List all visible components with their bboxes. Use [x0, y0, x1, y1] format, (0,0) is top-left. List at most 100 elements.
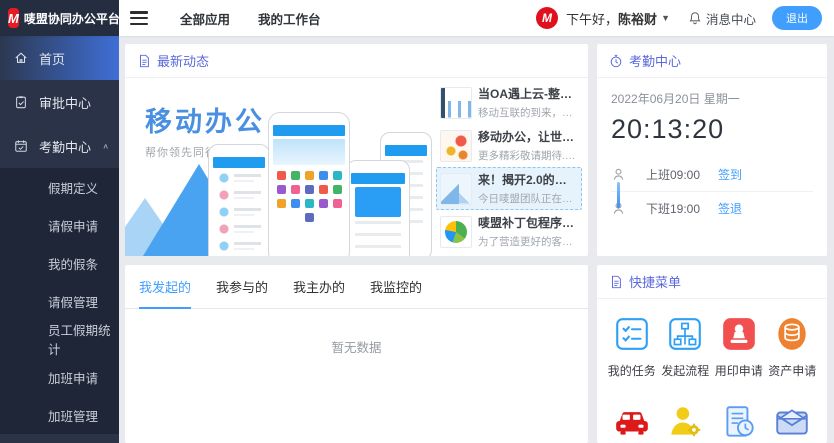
- quick-menu-car-request[interactable]: 用车申请: [605, 403, 659, 443]
- attendance-header: 考勤中心: [597, 44, 827, 78]
- news-item[interactable]: 移动办公，让世界触手可更多精彩敬请期待........: [436, 124, 582, 167]
- quick-menu-new-mail[interactable]: 新建邮件: [766, 403, 820, 443]
- sidebar-subitem-leave-management[interactable]: 请假管理: [0, 282, 119, 320]
- mail-icon: [773, 403, 811, 441]
- quick-menu-meeting-request[interactable]: 会议申请: [659, 403, 713, 443]
- attendance-body: 2022年06月20日 星期一 20:13:20 上班09:00 签到: [597, 78, 827, 237]
- workflow-tabs-card: 我发起的 我参与的 我主办的 我监控的 暂无数据: [125, 265, 588, 443]
- sidebar-subitem-leave-request[interactable]: 请假申请: [0, 206, 119, 244]
- attendance-clock: 20:13:20: [611, 114, 813, 145]
- tab-monitored-by-me[interactable]: 我监控的: [370, 265, 422, 309]
- news-item[interactable]: 唛盟补丁包程序更新为了营造更好的客户体验，唛: [436, 210, 582, 253]
- card-title: 快捷菜单: [629, 272, 681, 291]
- timeline-connector: [617, 182, 620, 208]
- message-center[interactable]: 消息中心: [688, 9, 756, 28]
- quick-menu-label: 资产申请: [768, 362, 816, 379]
- sidebar-subitem-overtime-request[interactable]: 加班申请: [0, 358, 119, 396]
- quick-menu-seal-request[interactable]: 用印申请: [712, 315, 766, 379]
- document-icon: [137, 54, 151, 68]
- sidebar-item-label: 审批中心: [39, 93, 91, 112]
- hamburger-menu-icon[interactable]: [130, 11, 148, 25]
- username: 陈裕财: [618, 12, 657, 27]
- check-in-link[interactable]: 签到: [718, 166, 742, 183]
- task-list-icon: [613, 315, 651, 353]
- nav-my-workbench[interactable]: 我的工作台: [258, 9, 321, 28]
- document-icon: [609, 275, 623, 289]
- news-thumbnail: [440, 87, 472, 119]
- top-header: M 唛盟协同办公平台 全部应用 我的工作台 M 下午好，陈裕财 ▼ 消息中心 退…: [0, 0, 834, 36]
- quick-menu-asset-request[interactable]: 资产申请: [766, 315, 820, 379]
- sidebar-subitem-employee-holiday-stats[interactable]: 员工假期统计: [0, 320, 119, 358]
- quick-menu-label: 用印申请: [715, 362, 763, 379]
- empty-state-text: 暂无数据: [125, 337, 588, 356]
- person-icon: [611, 167, 626, 182]
- quick-menu-label: 我的任务: [608, 362, 656, 379]
- sidebar-item-label: 首页: [39, 49, 65, 68]
- chevron-down-icon[interactable]: ▼: [661, 13, 670, 23]
- news-item-highlighted[interactable]: 来！揭开2.0的神秘面纱- 今日唛盟团队正在加班加点，: [436, 167, 582, 210]
- quick-menu-start-flow[interactable]: 发起流程: [659, 315, 713, 379]
- news-title: 唛盟补丁包程序更新: [478, 214, 578, 231]
- user-avatar[interactable]: M: [536, 7, 558, 29]
- shift-label: 下班19:00: [646, 200, 718, 217]
- logo-m-icon: M: [8, 8, 19, 28]
- meeting-icon: [666, 403, 704, 441]
- latest-news-card: 最新动态 移动办公 帮你领先同行 把工作带出办公室: [125, 44, 588, 256]
- tab-participated-by-me[interactable]: 我参与的: [216, 265, 268, 309]
- logout-button[interactable]: 退出: [772, 6, 822, 30]
- mobile-office-banner[interactable]: 移动办公 帮你领先同行 把工作带出办公室: [125, 78, 434, 256]
- quick-menu-card: 快捷菜单 我的任务 发起流程 用印申请: [597, 265, 827, 443]
- news-subtitle: 更多精彩敬请期待........: [478, 148, 578, 163]
- calendar-icon: [14, 139, 28, 153]
- news-title: 当OA遇上云-整个协同OA: [478, 85, 578, 102]
- sidebar-subitem-overtime-management[interactable]: 加班管理: [0, 396, 119, 434]
- greeting-prefix: 下午好，: [566, 12, 618, 27]
- shift-label: 上班09:00: [646, 166, 718, 183]
- logo: M 唛盟协同办公平台: [0, 0, 119, 36]
- sidebar-item-attendance-center[interactable]: 考勤中心 ∧: [0, 124, 119, 168]
- quick-menu-header: 快捷菜单: [597, 265, 827, 299]
- sidebar-item-label: 考勤中心: [39, 137, 91, 156]
- sidebar-submenu: 假期定义 请假申请 我的假条 请假管理 员工假期统计 加班申请 加班管理: [0, 168, 119, 434]
- main-content: 最新动态 移动办公 帮你领先同行 把工作带出办公室: [119, 36, 834, 443]
- greeting-text[interactable]: 下午好，陈裕财: [566, 9, 657, 28]
- attendance-card: 考勤中心 2022年06月20日 星期一 20:13:20 上班09:00 签到: [597, 44, 827, 256]
- sidebar-subitem-my-leave-notes[interactable]: 我的假条: [0, 244, 119, 282]
- tab-initiated-by-me[interactable]: 我发起的: [139, 265, 191, 309]
- check-out-link[interactable]: 签退: [718, 200, 742, 217]
- sidebar-subitem-holiday-definition[interactable]: 假期定义: [0, 168, 119, 206]
- tab-hosted-by-me[interactable]: 我主办的: [293, 265, 345, 309]
- quick-menu-my-tasks[interactable]: 我的任务: [605, 315, 659, 379]
- bell-icon: [688, 11, 702, 25]
- stamp-icon: [720, 315, 758, 353]
- sidebar-item-home[interactable]: 首页: [0, 36, 119, 80]
- message-center-label: 消息中心: [706, 9, 756, 28]
- phone-mockups-illustration: [204, 106, 432, 256]
- card-title: 最新动态: [157, 51, 209, 70]
- contract-icon: [720, 403, 758, 441]
- flow-icon: [666, 315, 704, 353]
- news-thumbnail: [440, 173, 472, 205]
- asset-icon: [773, 315, 811, 353]
- tab-bar: 我发起的 我参与的 我主办的 我监控的: [125, 265, 588, 309]
- latest-news-header: 最新动态: [125, 44, 588, 78]
- app-window: M 唛盟协同办公平台 全部应用 我的工作台 M 下午好，陈裕财 ▼ 消息中心 退…: [0, 0, 834, 443]
- news-thumbnail: [440, 130, 472, 162]
- news-title: 来！揭开2.0的神秘面纱-: [478, 171, 578, 188]
- card-title: 考勤中心: [629, 51, 681, 70]
- car-icon: [613, 403, 651, 441]
- news-item[interactable]: 当OA遇上云-整个协同OA 移动互联的到来，让OA与云: [436, 81, 582, 124]
- phone-mockup: [268, 112, 350, 256]
- news-subtitle: 移动互联的到来，让OA与云: [478, 105, 578, 120]
- nav-all-apps[interactable]: 全部应用: [180, 9, 230, 28]
- clipboard-icon: [14, 95, 28, 109]
- sidebar-item-approval-center[interactable]: 审批中心: [0, 80, 119, 124]
- quick-menu-new-contract[interactable]: 新建合同: [712, 403, 766, 443]
- phone-mockup: [208, 144, 270, 256]
- sidebar: 首页 审批中心 考勤中心 ∧ 假期定义 请假申请 我的假条 请假管理 员工假期统…: [0, 36, 119, 443]
- news-thumbnail: [440, 216, 472, 248]
- attendance-timeline: 上班09:00 签到 下班19:00 签退: [611, 157, 813, 225]
- news-subtitle: 今日唛盟团队正在加班加点，: [478, 191, 578, 206]
- app-title: 唛盟协同办公平台: [24, 10, 120, 27]
- stopwatch-icon: [609, 54, 623, 68]
